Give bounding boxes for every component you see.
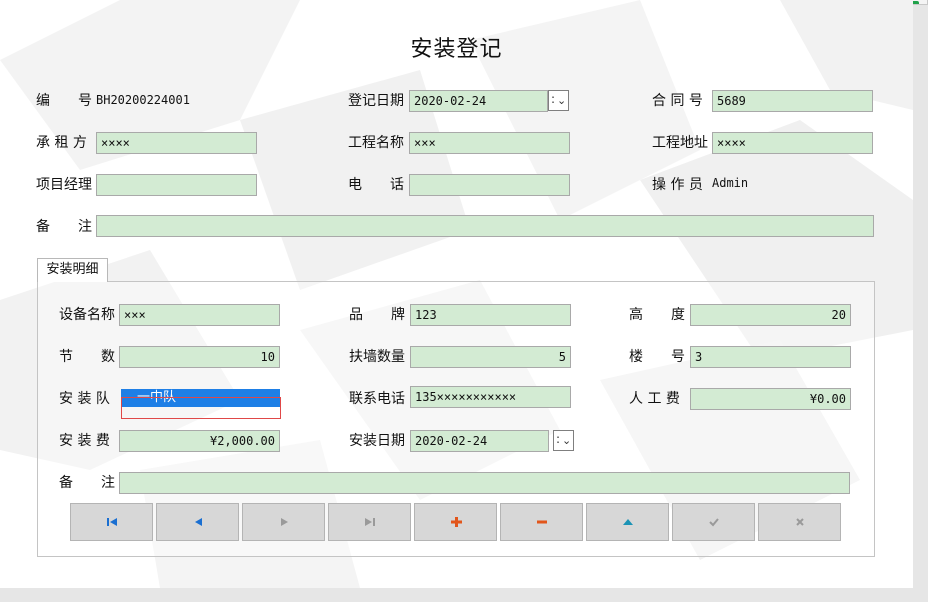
tenant-label: 承 租 方 — [36, 135, 87, 151]
install-fee-field[interactable]: ¥2,000.00 — [119, 430, 280, 452]
post-record-button[interactable] — [672, 503, 755, 541]
edit-record-button[interactable] — [586, 503, 669, 541]
install-fee-label: 安 装 费 — [59, 433, 110, 449]
operator-value: Admin — [712, 176, 749, 190]
contract-field[interactable]: 5689 — [712, 90, 873, 112]
remark-label: 备 注 — [36, 219, 92, 235]
serial-label: 编 号 — [36, 93, 92, 109]
chevron-down-icon: ⌄ — [562, 434, 572, 447]
wall-brace-count-label: 扶墙数量 — [349, 349, 405, 365]
labor-cost-field[interactable]: ¥0.00 — [690, 388, 851, 410]
building-number-field[interactable]: 3 — [690, 346, 851, 368]
install-team-focus-box — [121, 397, 281, 419]
contact-phone-field[interactable]: 135××××××××××× — [410, 386, 571, 408]
phone-label: 电 话 — [348, 177, 404, 193]
check-icon — [708, 518, 719, 527]
first-record-button[interactable] — [70, 503, 153, 541]
tab-install-detail[interactable]: 安装明细 — [37, 258, 108, 282]
record-navigator — [70, 503, 841, 541]
operator-label: 操 作 员 — [652, 177, 703, 193]
prior-record-button[interactable] — [156, 503, 239, 541]
insert-record-button[interactable] — [414, 503, 497, 541]
wall-brace-count-field[interactable]: 5 — [410, 346, 571, 368]
labor-cost-label: 人 工 费 — [629, 391, 680, 407]
project-name-field[interactable]: ××× — [409, 132, 570, 154]
device-name-label: 设备名称 — [59, 307, 115, 323]
brand-label: 品 牌 — [349, 307, 405, 323]
site-address-field[interactable]: ×××× — [712, 132, 873, 154]
last-icon — [364, 518, 375, 526]
up-arrow-icon — [622, 519, 633, 525]
prior-icon — [194, 518, 202, 526]
project-manager-field[interactable] — [96, 174, 257, 196]
height-field[interactable]: 20 — [690, 304, 851, 326]
remark-field[interactable] — [96, 215, 874, 237]
reg-date-field[interactable]: 2020-02-24 — [409, 90, 548, 112]
install-team-combo[interactable]: 一中队 — [121, 389, 281, 419]
minus-icon — [536, 520, 547, 524]
serial-value: BH20200224001 — [96, 93, 190, 107]
next-icon — [280, 518, 288, 526]
delete-record-button[interactable] — [500, 503, 583, 541]
detail-remark-field[interactable] — [119, 472, 850, 494]
page-title: 安装登记 — [410, 37, 503, 62]
install-date-label: 安装日期 — [349, 433, 405, 449]
chevron-down-icon: ⌄ — [557, 94, 567, 107]
last-record-button[interactable] — [328, 503, 411, 541]
site-address-label: 工程地址 — [652, 135, 708, 151]
reg-date-dropdown[interactable]: ⌄ — [548, 90, 569, 111]
section-count-field[interactable]: 10 — [119, 346, 280, 368]
install-registration-window: 安装登记 编 号 BH20200224001 登记日期 2020-02-24 ⌄… — [0, 0, 913, 588]
plus-icon — [450, 517, 462, 527]
contract-label: 合 同 号 — [652, 93, 703, 109]
section-count-label: 节 数 — [59, 349, 115, 365]
install-team-label: 安 装 队 — [59, 391, 110, 407]
project-manager-label: 项目经理 — [36, 177, 92, 193]
install-date-field[interactable]: 2020-02-24 — [410, 430, 549, 452]
cancel-record-button[interactable] — [758, 503, 841, 541]
device-name-field[interactable]: ××× — [119, 304, 280, 326]
contact-phone-label: 联系电话 — [349, 391, 405, 407]
project-name-label: 工程名称 — [348, 135, 404, 151]
brand-field[interactable]: 123 — [410, 304, 571, 326]
detail-remark-label: 备 注 — [59, 475, 115, 491]
phone-field[interactable] — [409, 174, 570, 196]
cross-icon — [795, 518, 804, 526]
tenant-field[interactable]: ×××× — [96, 132, 257, 154]
building-number-label: 楼 号 — [629, 349, 685, 365]
next-record-button[interactable] — [242, 503, 325, 541]
first-icon — [106, 518, 117, 526]
reg-date-label: 登记日期 — [348, 93, 404, 109]
install-date-dropdown[interactable]: ⌄ — [553, 430, 574, 451]
height-label: 高 度 — [629, 307, 685, 323]
